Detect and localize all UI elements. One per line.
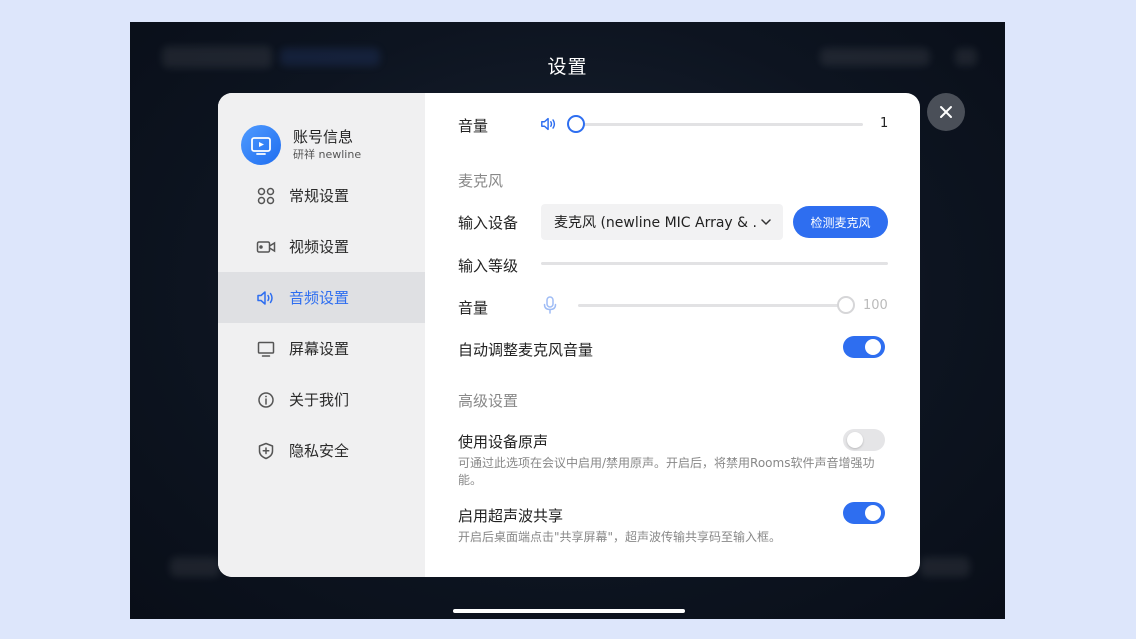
grid-icon [256,186,276,206]
speaker-volume-label: 音量 [458,117,489,135]
sidebar-item-screen[interactable]: 屏幕设置 [218,323,425,374]
input-level-meter [541,262,888,265]
home-indicator[interactable] [453,609,685,613]
input-device-value: 麦克风 (newline MIC Array & ... [554,215,757,231]
avatar [241,125,281,165]
speaker-volume-handle[interactable] [566,115,585,133]
sidebar-item-about[interactable]: 关于我们 [218,374,425,425]
close-icon [940,106,952,118]
close-button[interactable] [927,93,965,131]
app-screen: 设置 账号信息 研祥 newline 常规设置 视频设置 音频设置 屏幕设置 关… [130,22,1005,619]
audio-settings-panel: 音量 1 麦克风 输入设备 麦克风 (newline MIC Array & .… [425,93,920,577]
speaker-icon [541,117,556,131]
original-sound-description: 可通过此选项在会议中启用/禁用原声。开启后，将禁用Rooms软件声音增强功能。 [458,456,875,487]
mic-volume-label: 音量 [458,299,489,317]
sidebar-item-label: 屏幕设置 [289,340,350,358]
input-device-select[interactable]: 麦克风 (newline MIC Array & ... [541,204,783,240]
mic-volume-slider[interactable] [578,304,846,307]
monitor-icon [256,339,276,359]
settings-nav: 常规设置 视频设置 音频设置 屏幕设置 关于我们 隐私安全 [218,170,425,476]
background-blur [170,557,220,577]
sidebar-item-privacy[interactable]: 隐私安全 [218,425,425,476]
settings-dialog: 账号信息 研祥 newline 常规设置 视频设置 音频设置 屏幕设置 关于我们… [218,93,920,577]
microphone-icon [543,296,557,314]
sidebar-item-general[interactable]: 常规设置 [218,170,425,221]
mic-volume-handle[interactable] [837,296,855,314]
speaker-icon [256,288,276,308]
ultrasonic-share-toggle[interactable] [843,502,885,524]
auto-adjust-toggle[interactable] [843,336,885,358]
speaker-volume-value: 1 [880,116,889,131]
input-level-label: 输入等级 [458,257,519,275]
shield-icon [256,441,276,461]
auto-adjust-label: 自动调整麦克风音量 [458,341,594,359]
sidebar-item-label: 音频设置 [289,289,350,307]
chevron-down-icon [757,218,775,226]
ultrasonic-share-description: 开启后桌面端点击"共享屏幕"，超声波传输共享码至输入框。 [458,530,782,544]
input-device-label: 输入设备 [458,214,519,232]
account-info[interactable]: 账号信息 研祥 newline [241,125,361,165]
speaker-volume-slider[interactable] [573,123,863,126]
sidebar-item-label: 关于我们 [289,391,350,409]
sidebar-item-video[interactable]: 视频设置 [218,221,425,272]
original-sound-toggle[interactable] [843,429,885,451]
original-sound-label: 使用设备原声 [458,433,549,451]
page-title: 设置 [547,56,588,78]
account-subtitle: 研祥 newline [293,148,362,161]
video-camera-icon [256,237,276,257]
sidebar-item-label: 常规设置 [289,187,350,205]
sidebar-item-audio[interactable]: 音频设置 [218,272,425,323]
advanced-section-title: 高级设置 [458,392,519,410]
account-title: 账号信息 [293,128,354,146]
sidebar-item-label: 隐私安全 [289,442,350,460]
mic-section-title: 麦克风 [458,172,504,190]
detect-mic-button[interactable]: 检测麦克风 [793,206,888,238]
mic-volume-value: 100 [863,298,888,313]
ultrasonic-share-label: 启用超声波共享 [458,507,564,525]
settings-sidebar: 账号信息 研祥 newline 常规设置 视频设置 音频设置 屏幕设置 关于我们… [218,93,425,577]
tv-icon [251,137,271,155]
background-blur [920,557,970,577]
info-icon [256,390,276,410]
sidebar-item-label: 视频设置 [289,238,350,256]
